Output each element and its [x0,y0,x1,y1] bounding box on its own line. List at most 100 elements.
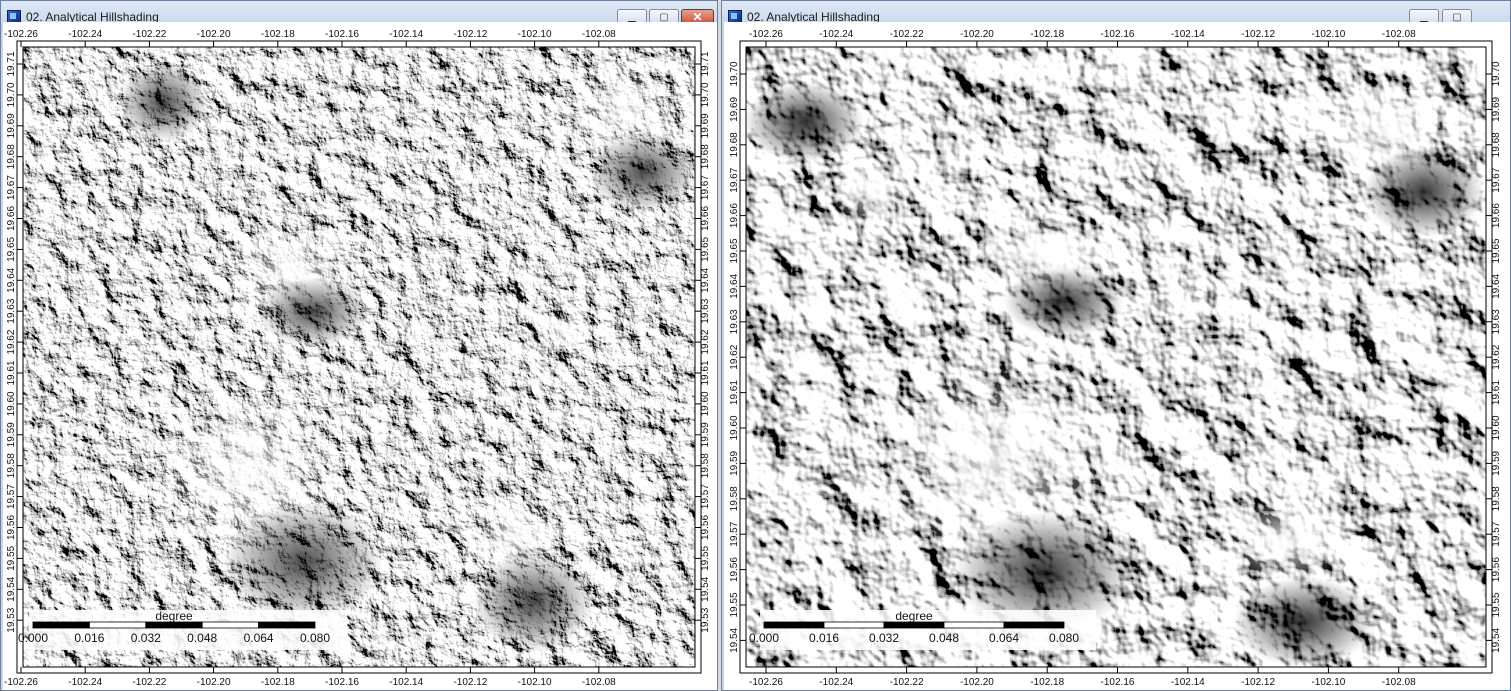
x-tick-label: -102.12 [1241,677,1275,688]
y-tick-label: 19.60 [729,415,740,440]
y-tick-label: 19.66 [6,206,17,231]
x-tick-label: -102.08 [1382,29,1416,40]
map-canvas[interactable]: -102.26 -102.24 -102.22 -102.20 -102.18 -102.… [3,22,717,690]
y-tick-label: 19.66 [1491,203,1502,228]
y-tick-label: 19.56 [1491,557,1502,582]
y-tick-label: 19.69 [700,113,711,138]
legend-scale-label: 0.016 [74,631,104,645]
x-tick-label: -102.26 [4,29,38,40]
y-tick-label: 19.55 [700,545,711,570]
y-tick-label: 19.57 [6,484,17,509]
legend-scale-segment [89,621,147,629]
x-tick-label: -102.22 [132,29,166,40]
map-view[interactable]: -102.26 -102.24 -102.22 -102.20 -102.18 -102.… [724,22,1510,690]
x-tick-label: -102.10 [518,29,552,40]
y-tick-label: 19.56 [6,515,17,540]
x-axis-top: -102.26 -102.24 -102.22 -102.20 -102.18 -102.… [4,29,616,47]
y-tick-label: 19.53 [700,607,711,632]
legend-scale-label: 0.048 [929,631,959,645]
y-tick-label: 19.67 [729,167,740,192]
y-tick-label: 19.58 [700,453,711,478]
x-axis-top: -102.26 -102.24 -102.22 -102.20 -102.18 -102.… [749,29,1416,47]
y-tick-label: 19.60 [6,391,17,416]
map-view[interactable]: -102.26 -102.24 -102.22 -102.20 -102.18 -102.… [3,22,717,690]
x-tick-label: -102.26 [749,677,783,688]
y-tick-label: 19.57 [729,521,740,546]
legend-scale-segment [32,621,90,629]
y-tick-label: 19.61 [700,360,711,385]
x-tick-label: -102.12 [1241,29,1275,40]
legend-scale-segment [763,621,825,629]
y-tick-label: 19.70 [1491,61,1502,86]
y-tick-label: 19.63 [729,309,740,334]
map-window-left[interactable]: 02. Analytical Hillshading ▁ ▢ ✕ -102.26… [0,0,718,691]
x-tick-label: -102.24 [819,29,853,40]
y-tick-label: 19.69 [6,113,17,138]
legend: degree 0.000 0.016 0.032 0.048 0.064 0.080 [749,609,1096,650]
x-tick-label: -102.18 [261,677,295,688]
legend-scale-label: 0.032 [869,631,899,645]
y-tick-label: 19.54 [6,576,17,601]
x-tick-label: -102.14 [1171,677,1205,688]
x-tick-label: -102.18 [1030,677,1064,688]
legend-scale-segment [1003,621,1065,629]
x-tick-label: -102.20 [960,677,994,688]
hillshade-terrain [23,47,698,667]
y-tick-label: 19.68 [700,144,711,169]
hillshade-terrain [744,47,1486,667]
legend-scale-label: 0.080 [1049,631,1079,645]
legend: degree 0.000 0.016 0.032 0.048 0.064 0.080 [18,609,347,650]
y-axis-right: 19.70 19.69 19.68 19.67 19.66 19.65 19.64 19.63… [1486,61,1502,653]
x-tick-label: -102.14 [389,677,423,688]
y-tick-label: 19.59 [729,450,740,475]
x-tick-label: -102.12 [453,29,487,40]
y-tick-label: 19.69 [729,96,740,121]
y-tick-label: 19.55 [1491,592,1502,617]
y-tick-label: 19.64 [729,273,740,298]
x-tick-label: -102.24 [68,677,102,688]
y-tick-label: 19.64 [700,267,711,292]
y-tick-label: 19.70 [700,82,711,107]
y-tick-label: 19.54 [1491,627,1502,652]
y-tick-label: 19.57 [700,484,711,509]
y-tick-label: 19.54 [700,576,711,601]
y-tick-label: 19.59 [1491,450,1502,475]
x-tick-label: -102.20 [197,29,231,40]
legend-scale-segment [823,621,885,629]
y-tick-label: 19.63 [1491,309,1502,334]
y-tick-label: 19.62 [729,344,740,369]
map-window-right[interactable]: 02. Analytical Hillshading ▁ ▢ -102.26 -… [721,0,1511,691]
map-canvas[interactable]: -102.26 -102.24 -102.22 -102.20 -102.18 -102.… [724,22,1510,690]
y-tick-label: 19.69 [1491,96,1502,121]
x-tick-label: -102.24 [68,29,102,40]
y-tick-label: 19.55 [729,592,740,617]
y-tick-label: 19.56 [700,515,711,540]
x-tick-label: -102.08 [582,29,616,40]
y-tick-label: 19.70 [729,61,740,86]
y-tick-label: 19.71 [6,51,17,76]
y-tick-label: 19.54 [729,627,740,652]
y-tick-label: 19.58 [729,486,740,511]
y-tick-label: 19.59 [700,422,711,447]
legend-scale-segment [258,621,316,629]
legend-scale-label: 0.016 [809,631,839,645]
y-tick-label: 19.64 [1491,273,1502,298]
x-tick-label: -102.10 [1311,677,1345,688]
y-tick-label: 19.70 [6,82,17,107]
y-tick-label: 19.55 [6,545,17,570]
y-tick-label: 19.60 [700,391,711,416]
x-tick-label: -102.16 [1101,29,1135,40]
y-tick-label: 19.64 [6,267,17,292]
y-tick-label: 19.65 [729,238,740,263]
legend-scale-label: 0.000 [749,631,779,645]
x-tick-label: -102.08 [582,677,616,688]
y-tick-label: 19.56 [729,557,740,582]
y-tick-label: 19.62 [1491,344,1502,369]
legend-scale-label: 0.064 [989,631,1019,645]
legend-scale-label: 0.064 [244,631,274,645]
y-tick-label: 19.65 [700,236,711,261]
x-axis-bottom: -102.26 -102.24 -102.22 -102.20 -102.18 -102.… [749,667,1416,688]
y-tick-label: 19.61 [729,380,740,405]
x-tick-label: -102.12 [453,677,487,688]
legend-title: degree [895,609,933,623]
